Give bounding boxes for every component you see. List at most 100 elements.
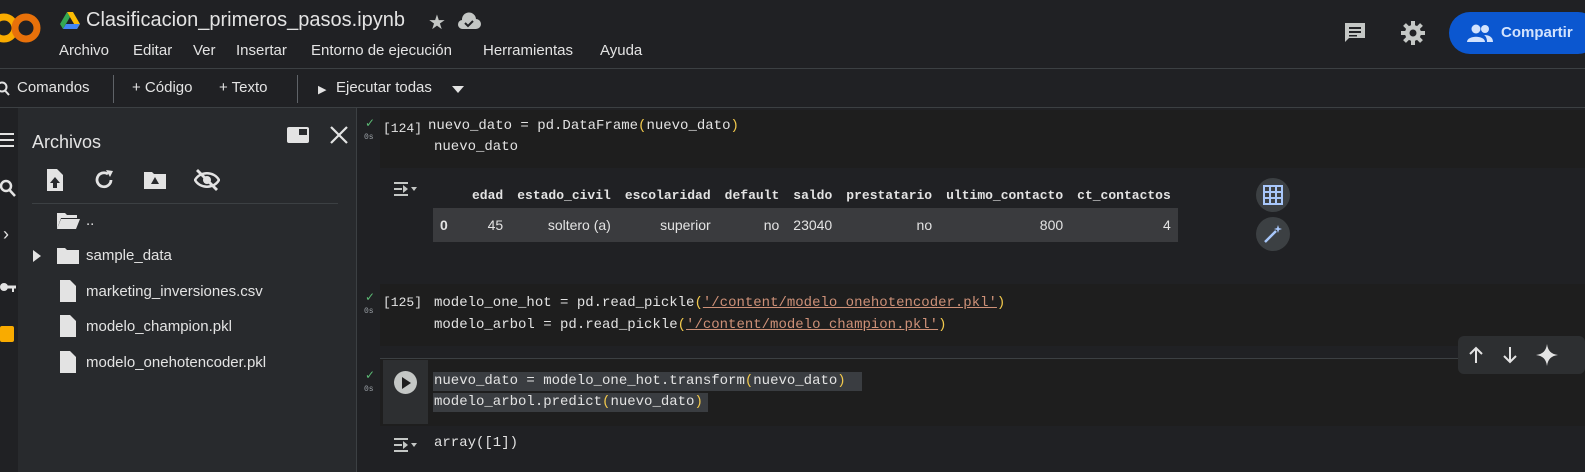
file-name: sample_data <box>86 247 172 264</box>
table-cell-index: 0 <box>433 208 465 242</box>
file-row-parent[interactable]: .. <box>18 206 357 236</box>
arrow-up-icon[interactable] <box>1468 346 1484 364</box>
chevron-right-icon[interactable] <box>33 250 41 262</box>
code-cell-3[interactable] <box>380 358 1585 426</box>
find-replace-icon[interactable] <box>0 179 16 197</box>
column-header: default <box>724 187 780 203</box>
dataframe-table: edad estado_civil escolaridad default sa… <box>433 182 1178 242</box>
column-header: edad <box>472 187 504 203</box>
file-row-modelo-onehotencoder[interactable]: modelo_onehotencoder.pkl <box>18 348 357 378</box>
code-line[interactable]: modelo_arbol = pd.read_pickle('/content/… <box>434 317 947 333</box>
cell-success-check-icon: ✓ <box>365 368 376 382</box>
folder-icon <box>57 248 79 264</box>
file-row-marketing-csv[interactable]: marketing_inversiones.csv <box>18 277 357 307</box>
menu-ayuda[interactable]: Ayuda <box>600 42 642 59</box>
close-icon[interactable] <box>329 125 349 145</box>
suggest-charts-button[interactable] <box>1256 217 1290 251</box>
files-panel-title: Archivos <box>32 132 102 152</box>
code-line[interactable]: modelo_one_hot = pd.read_pickle('/conten… <box>434 295 1005 311</box>
table-icon <box>1263 185 1283 205</box>
code-line[interactable]: modelo_arbol.predict(nuevo_dato) <box>434 394 703 410</box>
comments-icon[interactable] <box>1343 21 1367 45</box>
table-cell: 4 <box>1070 208 1178 242</box>
table-cell: superior <box>617 208 718 242</box>
file-name: modelo_champion.pkl <box>86 318 232 335</box>
file-name: modelo_onehotencoder.pkl <box>86 354 267 371</box>
open-in-tab-icon[interactable] <box>286 125 310 145</box>
magic-wand-icon <box>1264 225 1282 243</box>
file-row-modelo-champion[interactable]: modelo_champion.pkl <box>18 312 357 342</box>
search-icon <box>0 81 10 96</box>
column-header: escolaridad <box>624 187 711 203</box>
play-icon <box>401 376 411 389</box>
cell-exec-time: 0s <box>364 133 374 142</box>
menu-archivo[interactable]: Archivo <box>59 42 109 59</box>
output-actions-icon[interactable] <box>394 180 418 198</box>
share-button[interactable]: Compartir <box>1449 12 1585 54</box>
table-cell: no <box>717 208 787 242</box>
folder-open-icon <box>57 213 80 229</box>
add-code-button[interactable]: + Código <box>132 79 192 96</box>
settings-gear-icon[interactable] <box>1400 20 1426 46</box>
code-cell-2[interactable] <box>380 284 1585 346</box>
play-icon: ▶ <box>318 84 327 96</box>
table-row: 0 45 soltero (a) superior no 23040 no 80… <box>433 208 1178 242</box>
code-line[interactable]: nuevo_dato = modelo_one_hot.transform(nu… <box>434 373 846 389</box>
toolbar-divider <box>297 75 298 103</box>
toolbar: Comandos + Código + Texto ▶ Ejecutar tod… <box>0 68 1585 108</box>
column-header: ct_contactos <box>1077 187 1171 203</box>
mount-drive-icon[interactable] <box>143 170 167 190</box>
table-index-header <box>433 182 465 208</box>
menu-ver[interactable]: Ver <box>193 42 216 59</box>
code-line[interactable]: nuevo_dato <box>434 139 518 155</box>
gemini-sparkle-icon[interactable] <box>1536 344 1558 366</box>
column-header: saldo <box>793 187 833 203</box>
star-icon[interactable]: ★ <box>428 10 446 35</box>
cell-success-check-icon: ✓ <box>365 116 376 130</box>
menu-insertar[interactable]: Insertar <box>236 42 287 59</box>
cell-exec-count: [125] <box>383 295 423 310</box>
left-rail: › <box>0 108 18 472</box>
file-icon <box>60 351 76 373</box>
table-cell: 45 <box>465 208 511 242</box>
file-name: .. <box>86 212 95 229</box>
cell-exec-time: 0s <box>364 385 374 394</box>
run-all-button[interactable]: Ejecutar todas <box>336 79 432 96</box>
cloud-saved-icon[interactable] <box>457 12 481 30</box>
commands-button[interactable]: Comandos <box>17 79 90 96</box>
notebook-title[interactable]: Clasificacion_primeros_pasos.ipynb <box>86 9 405 32</box>
table-cell: 23040 <box>786 208 840 242</box>
hide-files-eye-off-icon[interactable] <box>194 168 220 192</box>
table-cell: soltero (a) <box>510 208 618 242</box>
table-header-row: edad estado_civil escolaridad default sa… <box>433 182 1178 208</box>
colab-logo-icon[interactable] <box>0 10 42 46</box>
people-icon <box>1467 24 1493 42</box>
file-row-sample-data[interactable]: sample_data <box>18 241 357 271</box>
table-of-contents-icon[interactable] <box>0 132 14 148</box>
column-header: estado_civil <box>517 187 611 203</box>
google-drive-icon[interactable] <box>60 12 80 30</box>
code-snippets-icon[interactable]: › <box>3 224 9 245</box>
file-name: marketing_inversiones.csv <box>86 283 263 300</box>
header: Clasificacion_primeros_pasos.ipynb ★ Arc… <box>0 0 1585 68</box>
menu-entorno-ejecucion[interactable]: Entorno de ejecución <box>311 42 452 59</box>
secrets-key-icon[interactable] <box>0 280 16 294</box>
convert-to-table-button[interactable] <box>1256 178 1290 212</box>
column-header: prestatario <box>846 187 933 203</box>
run-cell-button[interactable] <box>394 371 417 394</box>
menu-editar[interactable]: Editar <box>133 42 172 59</box>
refresh-icon[interactable] <box>93 169 115 191</box>
upload-file-icon[interactable] <box>45 168 65 192</box>
menu-herramientas[interactable]: Herramientas <box>483 42 573 59</box>
arrow-down-icon[interactable] <box>1502 346 1518 364</box>
add-text-button[interactable]: + Texto <box>219 79 268 96</box>
code-line[interactable]: nuevo_dato = pd.DataFrame(nuevo_dato) <box>428 118 739 134</box>
files-folder-icon[interactable] <box>0 324 14 342</box>
cell-exec-count: [124] <box>383 121 423 136</box>
divider <box>32 203 338 204</box>
cell-output-3 <box>380 426 1585 472</box>
files-panel: Archivos .. sample_data marketing_invers… <box>18 108 357 472</box>
toolbar-divider <box>113 75 114 103</box>
chevron-down-icon[interactable] <box>452 86 464 94</box>
output-actions-icon[interactable] <box>394 436 418 454</box>
